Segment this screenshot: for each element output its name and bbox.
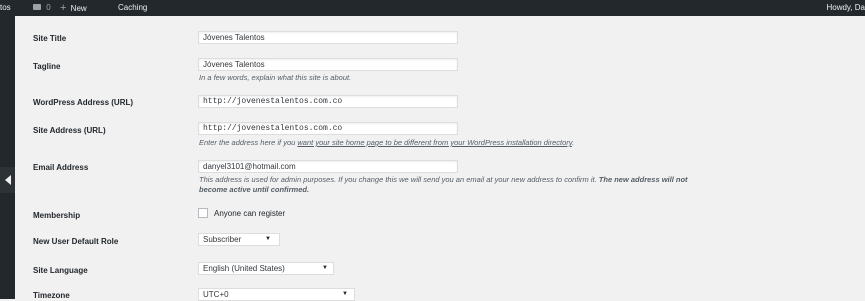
email-description-text: This address is used for admin purposes.… (199, 175, 599, 184)
chevron-down-icon: ▼ (265, 236, 271, 242)
wordpress-address-input[interactable]: http://jovenestalentos.com.co (198, 95, 458, 108)
site-address-label: Site Address (URL) (33, 126, 106, 135)
site-address-description: Enter the address here if you want your … (199, 138, 574, 147)
default-role-label: New User Default Role (33, 237, 119, 246)
site-name-link[interactable]: tos (0, 0, 11, 16)
site-address-description-prefix: Enter the address here if you (199, 138, 298, 147)
anyone-can-register-checkbox[interactable] (198, 208, 208, 218)
comments-link[interactable]: 0 (33, 0, 51, 16)
email-description-bold1: The new address will not (598, 175, 688, 184)
new-content-link[interactable]: + New (60, 0, 87, 16)
timezone-selected: UTC+0 (203, 290, 229, 299)
comments-count: 0 (46, 3, 51, 12)
default-role-selected: Subscriber (203, 235, 242, 244)
tagline-input[interactable]: Jóvenes Talentos (198, 58, 458, 71)
plus-icon: + (60, 2, 67, 14)
email-address-label: Email Address (33, 163, 89, 172)
site-title-input[interactable]: Jóvenes Talentos (198, 31, 458, 44)
site-title-label: Site Title (33, 34, 67, 43)
site-language-label: Site Language (33, 266, 88, 275)
email-description-line2: become active until confirmed. (199, 185, 309, 194)
timezone-select[interactable]: UTC+0 ▼ (198, 288, 355, 301)
collapse-menu-button[interactable] (0, 167, 15, 193)
caching-link[interactable]: Caching (118, 0, 147, 16)
comment-icon (33, 3, 41, 10)
site-language-select[interactable]: English (United States) ▼ (198, 262, 334, 275)
my-account-link[interactable]: Howdy, Da (826, 0, 865, 16)
membership-label: Membership (33, 211, 81, 220)
admin-menu-sidebar (0, 16, 15, 299)
site-language-selected: English (United States) (203, 264, 285, 273)
default-role-select[interactable]: Subscriber ▼ (198, 233, 280, 246)
collapse-arrow-icon (5, 175, 11, 185)
new-label: New (70, 4, 87, 13)
site-address-input[interactable]: http://jovenestalentos.com.co (198, 122, 458, 135)
anyone-can-register-label[interactable]: Anyone can register (214, 209, 285, 218)
tagline-label: Tagline (33, 62, 61, 71)
tagline-description: In a few words, explain what this site i… (199, 73, 352, 82)
admin-bar: tos 0 + New Caching Howdy, Da (0, 0, 865, 16)
site-address-description-suffix: . (571, 138, 575, 147)
email-description-line1: This address is used for admin purposes.… (199, 175, 688, 184)
email-description-bold2: become active until confirmed. (199, 185, 310, 194)
chevron-down-icon: ▼ (342, 291, 348, 297)
email-address-input[interactable]: danyel3101@hotmail.com (198, 160, 458, 173)
wordpress-address-label: WordPress Address (URL) (33, 98, 134, 107)
chevron-down-icon: ▼ (322, 265, 328, 271)
site-address-help-link[interactable]: want your site home page to be different… (297, 138, 572, 147)
